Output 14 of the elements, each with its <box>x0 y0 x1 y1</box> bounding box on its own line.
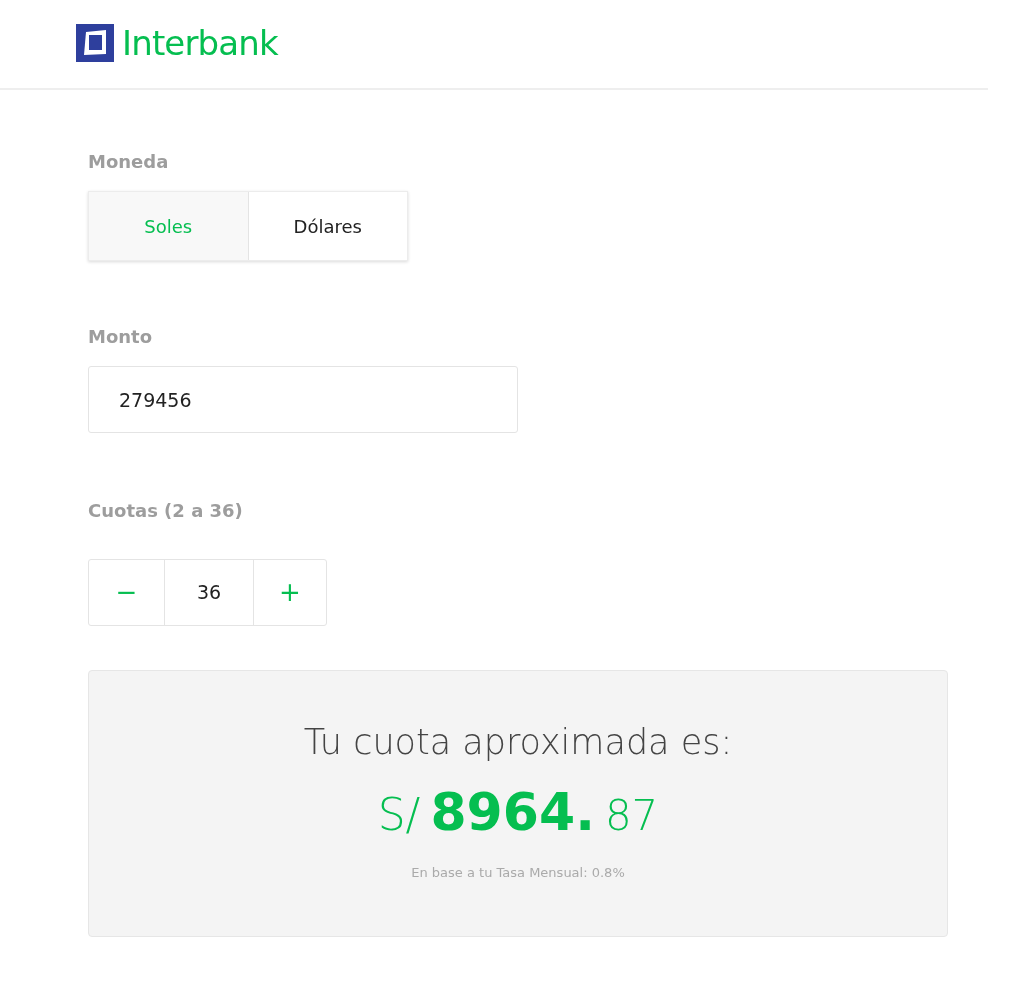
installment-amount: 8964. <box>430 780 595 844</box>
field-label: Cuotas (2 a 36) <box>88 499 244 523</box>
field-label: Monto <box>88 325 154 349</box>
currency-tab[interactable]: Dólares <box>247 192 407 260</box>
rate-note: En base a tu Tasa Mensual: 0.8% <box>411 863 625 882</box>
logo-icon <box>76 24 114 62</box>
field-label: Moneda <box>88 150 170 174</box>
result-title: Tu cuota aproximada es: <box>303 721 733 764</box>
amount-input-field[interactable]: 279456 <box>88 366 518 433</box>
installments-field[interactable]: 36 <box>164 560 254 625</box>
brand-name: Interbank <box>122 26 278 60</box>
installment-decimals: 87 <box>604 789 659 842</box>
stepper-control[interactable]: − 36 + <box>88 559 327 626</box>
currency-symbol: S/ <box>377 787 421 842</box>
